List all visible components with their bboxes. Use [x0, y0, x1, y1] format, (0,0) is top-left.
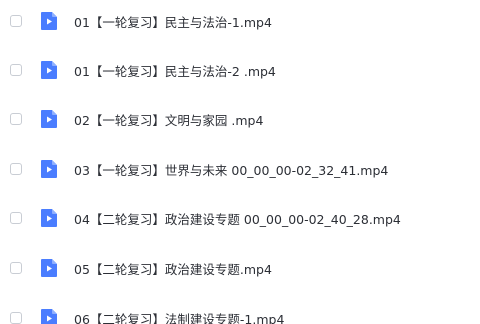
row-checkbox[interactable]	[10, 312, 22, 324]
video-file-icon	[41, 160, 57, 178]
row-checkbox[interactable]	[10, 64, 22, 76]
file-name[interactable]: 04【二轮复习】政治建设专题 00_00_00-02_40_28.mp4	[74, 209, 401, 228]
row-checkbox[interactable]	[10, 163, 22, 175]
file-name[interactable]: 06【二轮复习】法制建设专题-1.mp4	[74, 309, 284, 324]
file-name[interactable]: 02【一轮复习】文明与家园 .mp4	[74, 110, 263, 129]
file-list: 01【一轮复习】民主与法治-1.mp4 01【一轮复习】民主与法治-2 .mp4…	[0, 0, 480, 324]
file-name[interactable]: 03【一轮复习】世界与未来 00_00_00-02_32_41.mp4	[74, 160, 388, 179]
video-file-icon	[41, 259, 57, 277]
row-checkbox[interactable]	[10, 262, 22, 274]
list-item[interactable]: 02【一轮复习】文明与家园 .mp4	[0, 104, 480, 134]
row-checkbox[interactable]	[10, 212, 22, 224]
file-name[interactable]: 05【二轮复习】政治建设专题.mp4	[74, 259, 272, 278]
file-name[interactable]: 01【一轮复习】民主与法治-2 .mp4	[74, 61, 276, 80]
file-name[interactable]: 01【一轮复习】民主与法治-1.mp4	[74, 12, 272, 31]
list-item[interactable]: 03【一轮复习】世界与未来 00_00_00-02_32_41.mp4	[0, 154, 480, 184]
row-checkbox[interactable]	[10, 15, 22, 27]
video-file-icon	[41, 61, 57, 79]
video-file-icon	[41, 309, 57, 324]
list-item[interactable]: 06【二轮复习】法制建设专题-1.mp4	[0, 303, 480, 324]
row-checkbox[interactable]	[10, 113, 22, 125]
video-file-icon	[41, 209, 57, 227]
video-file-icon	[41, 110, 57, 128]
video-file-icon	[41, 12, 57, 30]
list-item[interactable]: 04【二轮复习】政治建设专题 00_00_00-02_40_28.mp4	[0, 203, 480, 233]
list-item[interactable]: 01【一轮复习】民主与法治-2 .mp4	[0, 55, 480, 85]
list-item[interactable]: 05【二轮复习】政治建设专题.mp4	[0, 253, 480, 283]
list-item[interactable]: 01【一轮复习】民主与法治-1.mp4	[0, 6, 480, 36]
